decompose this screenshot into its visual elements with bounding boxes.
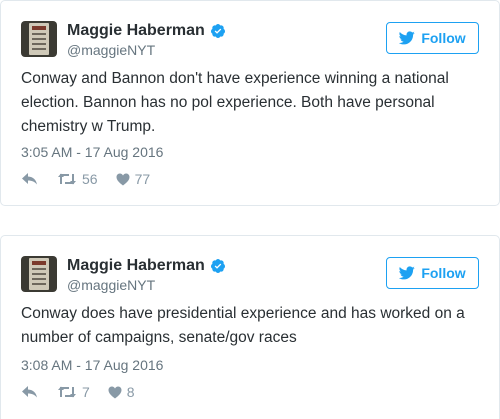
author-block: Maggie Haberman @maggieNYT [67,22,226,58]
follow-button[interactable]: Follow [386,22,479,54]
tweet-timestamp[interactable]: 3:05 AM - 17 Aug 2016 [21,144,163,160]
retweet-button[interactable]: 56 [57,171,98,187]
avatar[interactable] [21,256,57,292]
reply-button[interactable] [21,172,39,186]
follow-label: Follow [421,30,466,46]
reply-icon [22,386,37,398]
tweet-text: Conway and Bannon don't have experience … [21,70,449,135]
tweet-card-1: Maggie Haberman @maggieNYT Follow Conway… [0,0,500,206]
like-button[interactable]: 8 [108,384,135,400]
tweet-actions: 56 77 [21,171,168,187]
twitter-bird-icon [399,31,416,45]
heart-icon [116,173,130,185]
like-count: 77 [134,171,151,187]
heart-icon [108,386,122,398]
reply-button[interactable] [21,385,39,399]
retweet-count: 7 [82,384,90,400]
verified-badge-icon [210,259,225,273]
tweet-actions: 7 8 [21,384,153,400]
retweet-button[interactable]: 7 [57,384,90,400]
author-handle[interactable]: @maggieNYT [67,277,226,293]
follow-button[interactable]: Follow [386,257,479,289]
like-count: 8 [126,384,135,400]
verified-badge-icon [210,24,225,38]
twitter-bird-icon [399,266,416,280]
tweet-text: Conway does have presidential experience… [21,305,465,346]
author-name[interactable]: Maggie Haberman [67,257,205,275]
avatar[interactable] [21,21,57,57]
author-block: Maggie Haberman @maggieNYT [67,257,226,293]
reply-icon [22,173,37,185]
retweet-icon [58,173,76,185]
retweet-count: 56 [82,171,98,187]
follow-label: Follow [421,265,466,281]
author-name[interactable]: Maggie Haberman [67,22,205,40]
like-button[interactable]: 77 [116,171,151,187]
author-handle[interactable]: @maggieNYT [67,42,226,58]
tweet-card-2: Maggie Haberman @maggieNYT Follow Conway… [0,235,500,419]
tweet-timestamp[interactable]: 3:08 AM - 17 Aug 2016 [21,357,163,373]
retweet-icon [58,386,76,398]
